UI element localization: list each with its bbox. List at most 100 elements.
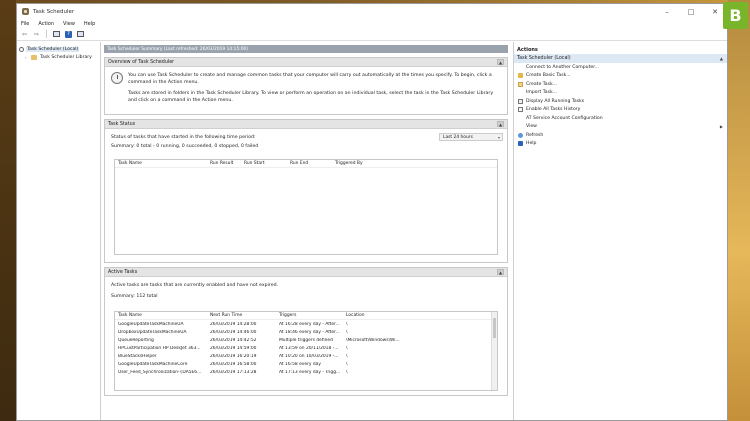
help-icon[interactable]: ? — [64, 30, 73, 39]
action-refresh[interactable]: Refresh — [514, 131, 727, 140]
actions-group-header[interactable]: Task Scheduler (Local) ▲ — [514, 54, 727, 63]
action-create-basic-task[interactable]: Create Basic Task... — [514, 72, 727, 81]
table-row[interactable]: QueueReporting 26/03/2019 14:42:52 Multi… — [115, 336, 497, 344]
action-label: Create Basic Task... — [526, 73, 571, 79]
active-tasks-description: Active tasks are tasks that are currentl… — [111, 283, 279, 288]
active-tasks-rows: GoogleUpdateTaskMachineUA 26/03/2019 14:… — [115, 320, 497, 376]
chevron-right-icon[interactable]: › — [25, 55, 29, 60]
action-connect-to-another-computer[interactable]: Connect to Another Computer... — [514, 63, 727, 72]
clock-icon — [19, 46, 24, 52]
table-row[interactable]: DropboxUpdateTaskMachineUA 26/03/2019 14… — [115, 328, 497, 336]
action-display-all-running-tasks[interactable]: Display All Running Tasks — [514, 97, 727, 106]
cell-triggers: At 17:13 every day - Trigg... — [279, 369, 341, 375]
action-create-task[interactable]: Create Task... — [514, 80, 727, 89]
column-run-result[interactable]: Run Result — [207, 161, 241, 166]
active-tasks-header[interactable]: Active Tasks ▲ — [105, 268, 507, 277]
task-scheduler-app-icon — [22, 8, 29, 15]
clock-icon — [111, 72, 123, 84]
console-tree: Task Scheduler (Local) › Task Scheduler … — [17, 42, 101, 420]
time-period-select[interactable]: Last 24 hours ▾ — [439, 133, 503, 141]
background-right — [728, 0, 750, 421]
task-status-body: Status of tasks that have started in the… — [105, 129, 507, 262]
action-help[interactable]: Help — [514, 140, 727, 149]
toolbar-separator — [46, 30, 47, 38]
collapse-icon[interactable]: ▲ — [497, 59, 504, 65]
action-view[interactable]: View ▶ — [514, 123, 727, 132]
active-tasks-table: Task Name Next Run Time Triggers Locatio… — [114, 311, 498, 391]
column-triggered-by[interactable]: Triggered By — [332, 161, 392, 166]
brand-badge: B — [723, 2, 748, 29]
properties-pane-icon[interactable] — [76, 30, 85, 39]
scrollbar-thumb[interactable] — [493, 318, 496, 338]
summary-header: Task Scheduler Summary (Last refreshed: … — [104, 45, 508, 53]
column-location[interactable]: Location — [343, 313, 413, 318]
section-title: Task Status — [108, 121, 136, 127]
collapse-icon[interactable]: ▲ — [720, 56, 723, 61]
actions-group-label: Task Scheduler (Local) — [517, 56, 571, 61]
column-triggers[interactable]: Triggers — [276, 313, 343, 318]
cell-location: \ — [346, 321, 348, 327]
section-title: Overview of Task Scheduler — [108, 59, 175, 65]
cell-triggers: At 10:20 on 10/03/2019 -... — [279, 353, 339, 359]
overview-section: Overview of Task Scheduler ▲ You can use… — [104, 57, 508, 115]
submenu-arrow-icon: ▶ — [719, 124, 723, 130]
table-row[interactable]: User_Feed_Synchronization-{DA5E6... 26/0… — [115, 368, 497, 376]
main-area: Task Scheduler (Local) › Task Scheduler … — [17, 42, 727, 420]
action-import-task[interactable]: Import Task... — [514, 89, 727, 98]
task-status-header[interactable]: Task Status ▲ — [105, 120, 507, 129]
active-tasks-scrollbar[interactable] — [491, 312, 497, 390]
action-enable-all-tasks-history[interactable]: Enable All Tasks History — [514, 106, 727, 115]
forward-arrow-icon[interactable]: ⇨ — [32, 30, 41, 39]
cell-triggers: At 18:46 every day - After... — [279, 329, 340, 335]
window-controls: – □ ✕ — [655, 4, 727, 19]
task-status-table: Task Name Run Result Run Start Run End T… — [114, 159, 498, 255]
menu-action[interactable]: Action — [38, 21, 54, 27]
column-run-start[interactable]: Run Start — [241, 161, 287, 166]
action-label: AT Service Account Configuration — [526, 115, 603, 121]
action-label: Help — [526, 141, 537, 147]
blank-icon — [518, 116, 523, 121]
cell-next-run-time: 26/03/2019 14:28:00 — [210, 321, 257, 327]
column-next-run-time[interactable]: Next Run Time — [207, 313, 276, 318]
refresh-icon — [518, 132, 523, 138]
time-period-value: Last 24 hours — [443, 134, 473, 140]
action-label: View — [526, 124, 537, 130]
table-row[interactable]: HPCustParticipation HP DeskJet 363... 26… — [115, 344, 497, 352]
cell-next-run-time: 26/03/2019 14:42:52 — [210, 337, 257, 343]
cell-location: \ — [346, 345, 348, 351]
active-tasks-summary: Summary: 112 total — [111, 294, 158, 299]
back-arrow-icon[interactable]: ⇦ — [20, 30, 29, 39]
cell-location: \ — [346, 369, 348, 375]
column-task-name[interactable]: Task Name — [115, 161, 207, 166]
menu-bar: File Action View Help — [17, 19, 727, 28]
menu-file[interactable]: File — [21, 21, 29, 27]
table-row[interactable]: BlueStacksHelper 26/03/2019 16:20:19 At … — [115, 352, 497, 360]
cell-task-name: User_Feed_Synchronization-{DA5E6... — [118, 369, 202, 375]
column-run-end[interactable]: Run End — [287, 161, 332, 166]
summary-pane: Task Scheduler Summary (Last refreshed: … — [101, 42, 513, 420]
table-row[interactable]: GoogleUpdateTaskMachineUA 26/03/2019 14:… — [115, 320, 497, 328]
collapse-icon[interactable]: ▲ — [497, 269, 504, 275]
table-header: Task Name Run Result Run Start Run End T… — [115, 160, 497, 168]
help-icon — [518, 141, 523, 147]
column-task-name[interactable]: Task Name — [115, 313, 207, 318]
cell-triggers: At 16:58 every day — [279, 361, 321, 367]
running-tasks-icon — [518, 98, 523, 104]
folder-icon — [31, 54, 37, 60]
maximize-button[interactable]: □ — [679, 4, 703, 19]
overview-header[interactable]: Overview of Task Scheduler ▲ — [105, 58, 507, 67]
collapse-icon[interactable]: ▲ — [497, 121, 504, 127]
cell-triggers: Multiple triggers defined — [279, 337, 333, 343]
blank-icon — [518, 65, 523, 70]
minimize-button[interactable]: – — [655, 4, 679, 19]
tree-item-task-scheduler-local[interactable]: Task Scheduler (Local) — [19, 45, 98, 53]
table-row[interactable]: GoogleUpdateTaskMachineCore 26/03/2019 1… — [115, 360, 497, 368]
action-at-service-account-configuration[interactable]: AT Service Account Configuration — [514, 114, 727, 123]
console-tree-icon[interactable] — [52, 30, 61, 39]
tree-item-task-scheduler-library[interactable]: › Task Scheduler Library — [19, 53, 98, 61]
background-left — [0, 0, 16, 421]
menu-view[interactable]: View — [63, 21, 75, 27]
cell-next-run-time: 26/03/2019 17:13:28 — [210, 369, 257, 375]
cell-triggers: At 16:28 every day - After... — [279, 321, 340, 327]
menu-help[interactable]: Help — [84, 21, 95, 27]
